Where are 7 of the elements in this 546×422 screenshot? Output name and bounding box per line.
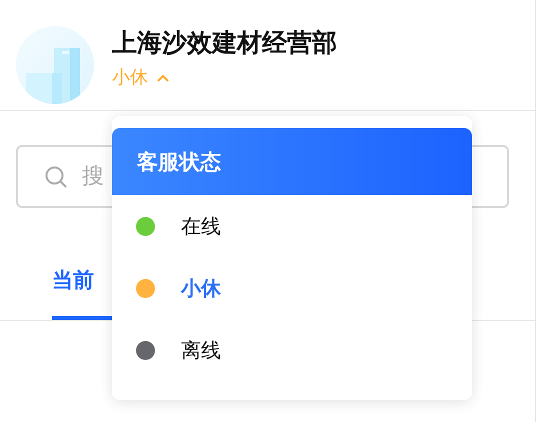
status-option[interactable]: 离线 — [112, 319, 472, 381]
shop-name: 上海沙效建材经营部 — [112, 28, 337, 58]
menu-title: 客服状态 — [112, 128, 472, 195]
caret-icon — [156, 73, 170, 83]
search-icon — [44, 165, 68, 189]
status-option[interactable]: 在线 — [112, 195, 472, 257]
status-option[interactable]: 小休 — [112, 257, 472, 319]
